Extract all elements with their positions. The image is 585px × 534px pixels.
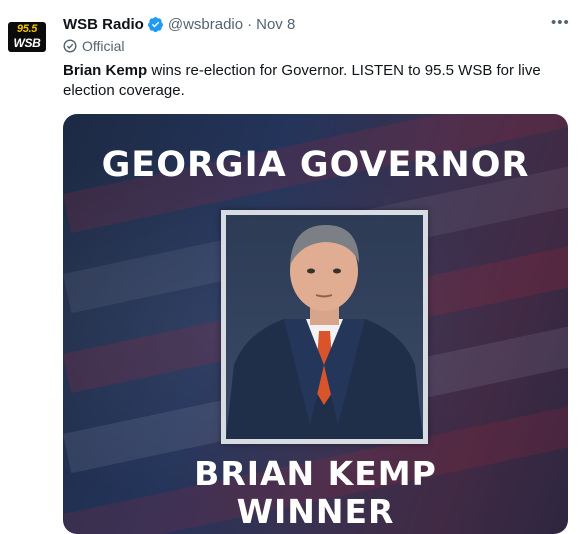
verified-badge-icon [147, 16, 163, 32]
official-text: Official [82, 38, 125, 54]
tweet-header: WSB Radio @wsbradio · Nov 8 [63, 14, 295, 34]
display-name[interactable]: WSB Radio [63, 16, 144, 33]
tweet-media-image[interactable]: GEORGIA GOVERNOR BRIAN KEMP WINNER [63, 114, 568, 534]
official-check-icon [63, 39, 77, 53]
separator: · [247, 15, 253, 33]
avatar-frequency: 95.5 [16, 23, 38, 35]
tweet-text: Brian Kemp wins re-election for Governor… [63, 61, 568, 101]
more-horizontal-icon[interactable]: ••• [551, 14, 570, 31]
handle[interactable]: @wsbradio [168, 16, 243, 33]
portrait-frame [221, 210, 428, 444]
tweet-text-bold: Brian Kemp [63, 62, 148, 79]
avatar-callsign: WSB [13, 36, 41, 50]
portrait-photo [226, 225, 423, 439]
avatar[interactable]: 95.5 WSB [8, 22, 46, 52]
official-label: Official [63, 38, 125, 54]
media-result-line: WINNER [236, 492, 395, 531]
media-headline: GEORGIA GOVERNOR [101, 145, 530, 185]
tweet-date[interactable]: Nov 8 [256, 16, 295, 33]
media-name-line: BRIAN KEMP [194, 454, 437, 493]
